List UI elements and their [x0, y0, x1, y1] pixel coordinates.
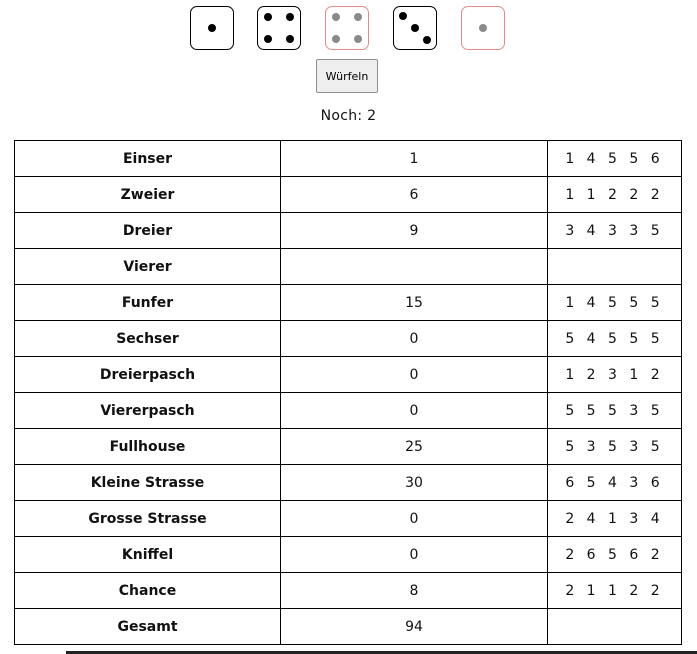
category-score[interactable]: 1 [280, 140, 548, 177]
category-name: Dreier [14, 212, 281, 249]
category-name: Zweier [14, 176, 281, 213]
score-row: Sechser 0 5 4 5 5 5 [14, 320, 682, 357]
die-1[interactable] [190, 6, 234, 50]
category-name: Fullhouse [14, 428, 281, 465]
category-score[interactable]: 0 [280, 536, 548, 573]
die-pip [263, 35, 272, 44]
recorded-dice: 5 5 5 3 5 [547, 392, 682, 429]
category-name: Vierer [14, 248, 281, 285]
category-score[interactable]: 94 [280, 608, 548, 645]
recorded-dice: 3 4 3 3 5 [547, 212, 682, 249]
score-table: Einser 1 1 4 5 5 6 Zweier 6 1 1 2 2 2 Dreier 9 3… [14, 140, 682, 645]
category-score[interactable]: 8 [280, 572, 548, 609]
roll-button[interactable]: Würfeln [316, 59, 378, 93]
category-score[interactable]: 30 [280, 464, 548, 501]
score-row: Dreierpasch 0 1 2 3 1 2 [14, 356, 682, 393]
recorded-dice: 2 1 1 2 2 [547, 572, 682, 609]
die-pip [208, 24, 216, 32]
die-pip [354, 12, 363, 21]
score-row: Funfer 15 1 4 5 5 5 [14, 284, 682, 321]
score-row: Einser 1 1 4 5 5 6 [14, 140, 682, 177]
die-pip [479, 24, 487, 32]
category-score[interactable]: 0 [280, 356, 548, 393]
die-pip [263, 12, 272, 21]
category-name: Funfer [14, 284, 281, 321]
score-table-body: Einser 1 1 4 5 5 6 Zweier 6 1 1 2 2 2 Dreier 9 3… [14, 140, 682, 645]
die-pip [331, 35, 340, 44]
category-score[interactable] [280, 248, 548, 285]
die-2[interactable] [257, 6, 301, 50]
score-row: Dreier 9 3 4 3 3 5 [14, 212, 682, 249]
category-name: Kleine Strasse [14, 464, 281, 501]
score-row: Gesamt 94 [14, 608, 682, 645]
die-5[interactable] [461, 6, 505, 50]
category-score[interactable]: 6 [280, 176, 548, 213]
category-name: Chance [14, 572, 281, 609]
category-name: Kniffel [14, 536, 281, 573]
die-face-1-icon [462, 7, 504, 49]
category-name: Dreierpasch [14, 356, 281, 393]
die-4[interactable] [393, 6, 437, 50]
recorded-dice: 5 3 5 3 5 [547, 428, 682, 465]
recorded-dice [547, 608, 682, 645]
die-pip [286, 35, 295, 44]
recorded-dice: 1 4 5 5 6 [547, 140, 682, 177]
recorded-dice: 1 4 5 5 5 [547, 284, 682, 321]
recorded-dice: 1 2 3 1 2 [547, 356, 682, 393]
recorded-dice: 5 4 5 5 5 [547, 320, 682, 357]
category-name: Einser [14, 140, 281, 177]
score-row: Kniffel 0 2 6 5 6 2 [14, 536, 682, 573]
rolls-remaining: Noch: 2 [320, 108, 377, 124]
category-name: Sechser [14, 320, 281, 357]
category-score[interactable]: 15 [280, 284, 548, 321]
recorded-dice: 2 6 5 6 2 [547, 536, 682, 573]
die-pip [399, 12, 408, 21]
score-row: Fullhouse 25 5 3 5 3 5 [14, 428, 682, 465]
category-score[interactable]: 0 [280, 320, 548, 357]
recorded-dice [547, 248, 682, 285]
die-3[interactable] [325, 6, 369, 50]
score-row: Kleine Strasse 30 6 5 4 3 6 [14, 464, 682, 501]
category-score[interactable]: 0 [280, 500, 548, 537]
die-pip [354, 35, 363, 44]
category-name: Gesamt [14, 608, 281, 645]
die-face-4-icon [258, 7, 300, 49]
die-pip [331, 12, 340, 21]
die-pip [422, 35, 431, 44]
recorded-dice: 2 4 1 3 4 [547, 500, 682, 537]
die-face-1-icon [191, 7, 233, 49]
score-row: Viererpasch 0 5 5 5 3 5 [14, 392, 682, 429]
category-score[interactable]: 0 [280, 392, 548, 429]
category-score[interactable]: 9 [280, 212, 548, 249]
category-score[interactable]: 25 [280, 428, 548, 465]
recorded-dice: 1 1 2 2 2 [547, 176, 682, 213]
score-row: Grosse Strasse 0 2 4 1 3 4 [14, 500, 682, 537]
score-row: Vierer [14, 248, 682, 285]
die-face-4-icon [326, 7, 368, 49]
recorded-dice: 6 5 4 3 6 [547, 464, 682, 501]
category-name: Viererpasch [14, 392, 281, 429]
score-row: Zweier 6 1 1 2 2 2 [14, 176, 682, 213]
dice-row [0, 6, 697, 52]
category-name: Grosse Strasse [14, 500, 281, 537]
die-face-3-icon [394, 7, 436, 49]
die-pip [286, 12, 295, 21]
die-pip [411, 24, 419, 32]
kniffel-game: Würfeln Noch: 2 Einser 1 1 4 5 5 6 Zweier 6 1… [0, 0, 697, 654]
score-row: Chance 8 2 1 1 2 2 [14, 572, 682, 609]
